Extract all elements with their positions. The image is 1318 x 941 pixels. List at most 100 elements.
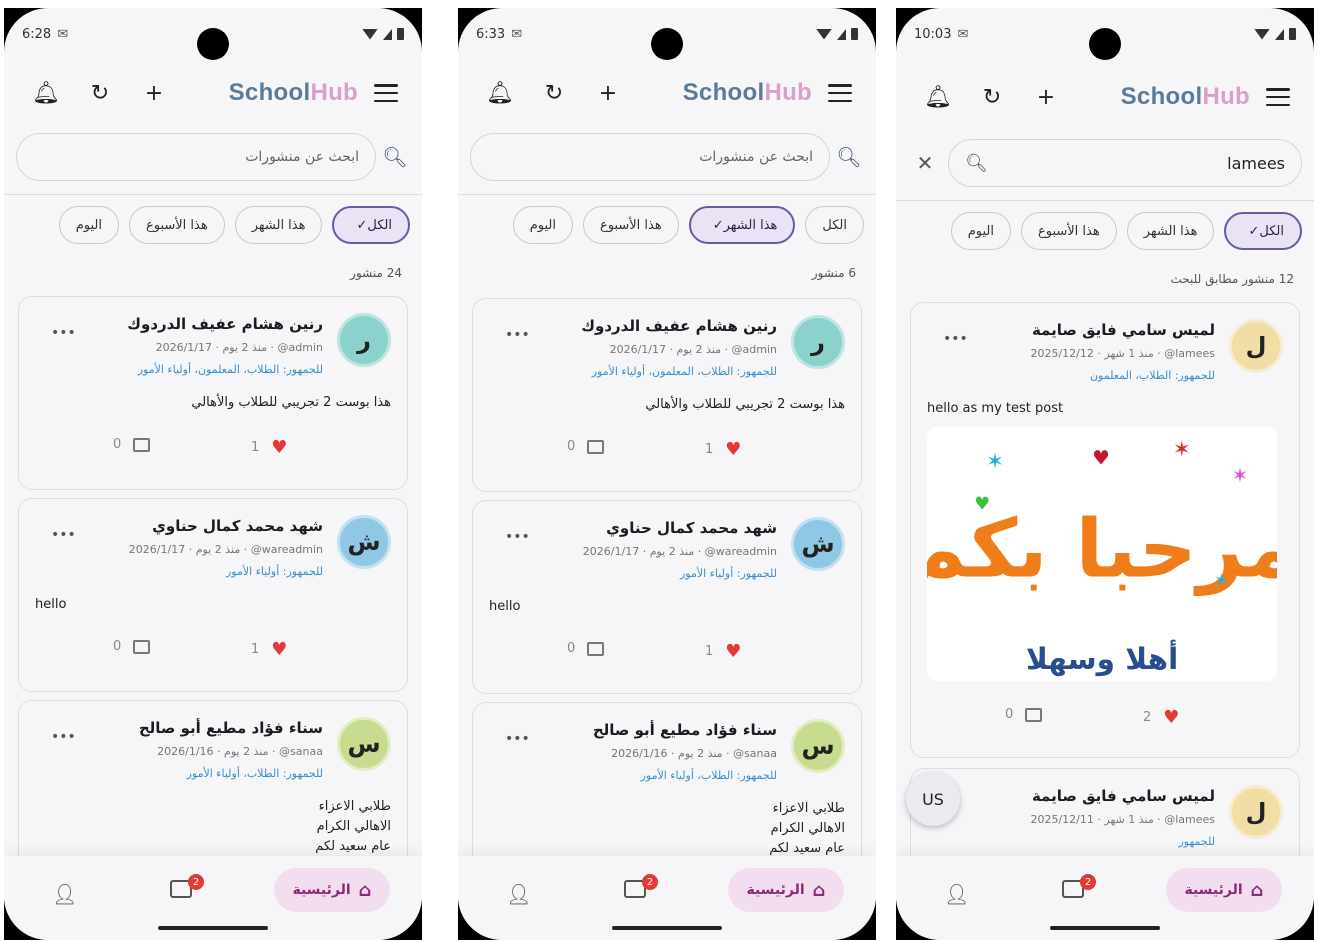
- more-icon[interactable]: •••: [51, 325, 76, 341]
- battery-icon: [1289, 28, 1296, 40]
- author-name[interactable]: سناء فؤاد مطيع أبو صالح: [139, 719, 323, 737]
- search-icon[interactable]: 🔍︎: [834, 145, 864, 169]
- brand-part2: Hub: [310, 79, 358, 106]
- more-icon[interactable]: •••: [505, 327, 530, 343]
- more-icon[interactable]: •••: [51, 527, 76, 543]
- heart-decor-icon: ♥: [1092, 447, 1110, 470]
- wifi-icon: [362, 28, 378, 40]
- heart-icon: ♥: [725, 641, 742, 662]
- bell-icon[interactable]: 🔔︎: [482, 75, 518, 111]
- chip-week[interactable]: هذا الأسبوع: [582, 206, 679, 244]
- chip-all[interactable]: الكل ✓: [1224, 212, 1302, 250]
- chip-week[interactable]: هذا الأسبوع: [1020, 212, 1117, 250]
- like-button[interactable]: 1 ♥: [251, 437, 287, 458]
- post-body: طلابي الاعزاء الاهالي الكرام عام سعيد لك…: [489, 799, 845, 859]
- like-button[interactable]: 1 ♥: [251, 639, 287, 660]
- like-button[interactable]: 1 ♥: [705, 641, 741, 662]
- chip-week-label: هذا الأسبوع: [599, 217, 662, 233]
- like-count: 1: [705, 442, 714, 457]
- chip-week[interactable]: هذا الأسبوع: [128, 206, 225, 244]
- post-card[interactable]: ش شهد محمد كمال حناوي wareadmin@ · منذ 2…: [18, 498, 408, 692]
- chip-month[interactable]: هذا الشهر: [1126, 212, 1215, 250]
- more-icon[interactable]: •••: [51, 729, 76, 745]
- menu-icon[interactable]: [1266, 88, 1290, 106]
- nav-home[interactable]: ⌂ الرئيسية: [728, 868, 844, 912]
- add-icon[interactable]: +: [590, 75, 626, 111]
- nav-home[interactable]: ⌂ الرئيسية: [274, 868, 390, 912]
- search-icon[interactable]: 🔍︎: [965, 153, 988, 174]
- refresh-icon[interactable]: ↻: [536, 75, 572, 111]
- avatar[interactable]: س: [337, 717, 391, 771]
- chip-today[interactable]: اليوم: [950, 212, 1011, 250]
- chip-all-label: الكل: [367, 217, 392, 233]
- bell-icon[interactable]: 🔔︎: [920, 79, 956, 115]
- search-input[interactable]: ابحث عن منشورات: [470, 133, 830, 181]
- avatar[interactable]: س: [791, 719, 845, 773]
- chat-badge: 2: [642, 874, 658, 890]
- divider: [458, 194, 876, 195]
- profile-icon[interactable]: 👤︎: [506, 882, 531, 906]
- profile-icon[interactable]: 👤︎: [944, 882, 969, 906]
- add-icon[interactable]: +: [136, 75, 172, 111]
- more-icon[interactable]: •••: [505, 529, 530, 545]
- comment-icon: [587, 641, 605, 656]
- chip-today[interactable]: اليوم: [512, 206, 573, 244]
- search-input[interactable]: ابحث عن منشورات: [16, 133, 376, 181]
- comment-button[interactable]: 0: [113, 437, 151, 452]
- comment-button[interactable]: 0: [567, 641, 605, 656]
- author-name[interactable]: سناء فؤاد مطيع أبو صالح: [593, 721, 777, 739]
- avatar[interactable]: ر: [337, 313, 391, 367]
- author-name[interactable]: شهد محمد كمال حناوي: [606, 519, 777, 537]
- avatar[interactable]: ش: [337, 515, 391, 569]
- refresh-icon[interactable]: ↻: [974, 79, 1010, 115]
- battery-icon: [851, 28, 858, 40]
- nav-home[interactable]: ⌂ الرئيسية: [1166, 868, 1282, 912]
- chip-today[interactable]: اليوم: [58, 206, 119, 244]
- post-audience: للجمهور: [1178, 835, 1215, 848]
- profile-icon[interactable]: 👤︎: [52, 882, 77, 906]
- post-card[interactable]: ر رنين هشام عفيف الدردوك admin@ · منذ 2 …: [18, 296, 408, 490]
- author-name[interactable]: رنين هشام عفيف الدردوك: [581, 317, 777, 335]
- avatar[interactable]: ل: [1229, 785, 1283, 839]
- avatar[interactable]: ر: [791, 315, 845, 369]
- chip-month[interactable]: هذا الشهر: [234, 206, 323, 244]
- bell-icon[interactable]: 🔔︎: [28, 75, 64, 111]
- more-icon[interactable]: •••: [943, 331, 968, 347]
- chip-today-label: اليوم: [75, 217, 102, 233]
- comment-count: 0: [1005, 707, 1014, 722]
- post-card[interactable]: ل لميس سامي فايق صايمة lamees@ · منذ 1 ش…: [910, 302, 1300, 758]
- comment-button[interactable]: 0: [113, 639, 151, 654]
- refresh-icon[interactable]: ↻: [82, 75, 118, 111]
- bottom-nav: 👤︎ 2 ⌂ الرئيسية: [458, 856, 876, 940]
- add-icon[interactable]: +: [1028, 79, 1064, 115]
- author-name[interactable]: لميس سامي فايق صايمة: [1032, 787, 1215, 805]
- chip-month[interactable]: هذا الشهر ✓: [688, 206, 796, 244]
- avatar[interactable]: ش: [791, 517, 845, 571]
- post-card[interactable]: ر رنين هشام عفيف الدردوك admin@ · منذ 2 …: [472, 298, 862, 492]
- author-name[interactable]: شهد محمد كمال حناوي: [152, 517, 323, 535]
- post-card[interactable]: ش شهد محمد كمال حناوي wareadmin@ · منذ 2…: [472, 500, 862, 694]
- floating-avatar[interactable]: US: [906, 772, 960, 826]
- comment-button[interactable]: 0: [1005, 707, 1043, 722]
- gesture-handle: [612, 926, 722, 930]
- chip-all-label: الكل: [822, 217, 847, 233]
- avatar[interactable]: ل: [1229, 319, 1283, 373]
- post-audience: للجمهور: أولياء الأمور: [680, 567, 777, 580]
- like-button[interactable]: 2 ♥: [1143, 707, 1179, 728]
- comment-button[interactable]: 0: [567, 439, 605, 454]
- search-icon[interactable]: 🔍︎: [380, 145, 410, 169]
- close-icon[interactable]: ✕: [908, 151, 942, 175]
- more-icon[interactable]: •••: [505, 731, 530, 747]
- menu-icon[interactable]: [374, 84, 398, 102]
- like-button[interactable]: 1 ♥: [705, 439, 741, 460]
- home-icon: ⌂: [1250, 879, 1264, 901]
- author-name[interactable]: لميس سامي فايق صايمة: [1032, 321, 1215, 339]
- chip-all[interactable]: الكل: [805, 206, 864, 244]
- search-input[interactable]: lamees 🔍︎: [948, 139, 1302, 187]
- home-icon: ⌂: [358, 879, 372, 901]
- chip-all[interactable]: الكل ✓: [332, 206, 410, 244]
- post-image[interactable]: مرحبا بكم أهلا وسهلا ✶ ✶ ✶ ✶ ♥ ♥: [927, 427, 1277, 681]
- menu-icon[interactable]: [828, 84, 852, 102]
- chip-today-label: اليوم: [967, 223, 994, 239]
- author-name[interactable]: رنين هشام عفيف الدردوك: [127, 315, 323, 333]
